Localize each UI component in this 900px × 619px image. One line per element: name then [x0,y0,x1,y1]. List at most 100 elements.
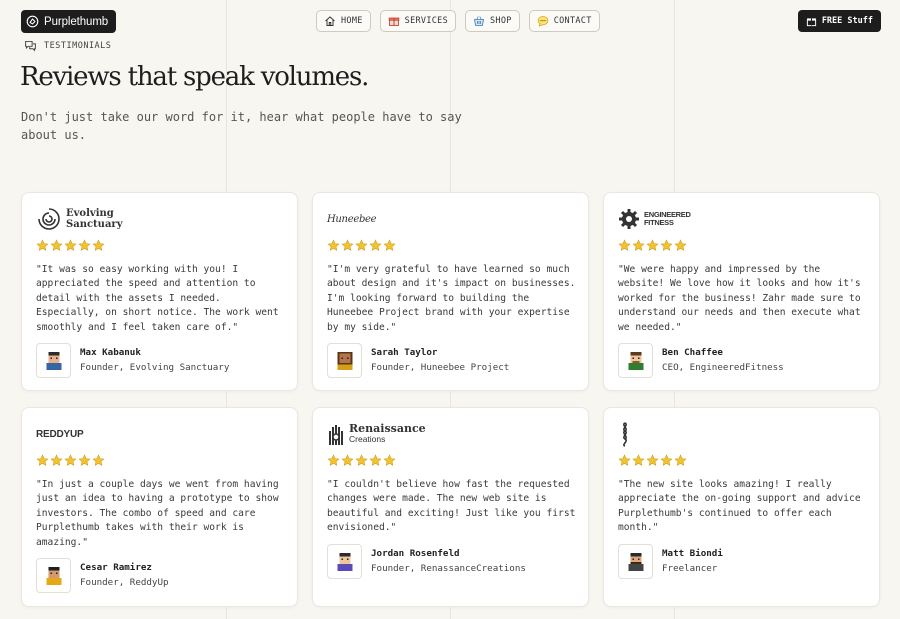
testimonial-card: Renaissance Creations "I couldn't believe… [312,407,589,607]
star-rating [327,239,396,252]
star-icon [660,454,673,466]
gift-icon [388,17,399,26]
reviewer-role: CEO, EngineeredFitness [662,362,784,373]
nav-shop-label: SHOP [490,16,512,26]
star-icon [646,454,659,466]
brand-logo: Huneebee [327,205,377,233]
pixel-avatar-icon [46,351,61,370]
gear-logo-icon [619,209,639,229]
star-icon [369,454,382,466]
section-eyebrow: TESTIMONIALS [24,39,111,52]
knot-logo-icon [623,422,627,447]
star-icon [618,239,631,251]
reviewer: Sarah Taylor Founder, Huneebee Project [327,343,509,378]
star-icon [632,454,645,466]
testimonial-card: ENGINEERED FITNESS "We were happy and imp… [603,192,880,391]
star-icon [64,454,77,466]
testimonial-card: Evolving Sanctuary "It was so easy workin… [21,192,298,391]
brand-logo: Evolving Sanctuary [36,205,123,233]
reviewer: Cesar Ramirez Founder, ReddyUp [36,558,169,593]
chat-icon [537,16,548,27]
main-nav: HOME SERVICES SHOP CONTACT [316,10,600,32]
testimonial-card: REDDYUP "In just a couple days we went f… [21,407,298,607]
nav-services-label: SERVICES [404,16,449,26]
reviewer: Max Kabanuk Founder, Evolving Sanctuary [36,343,229,378]
pixel-avatar-icon [337,552,352,571]
star-icon [355,239,368,251]
reviewer-name: Jordan Rosenfeld [371,548,460,559]
testimonial-quote: "In just a couple days we went from havi… [36,479,279,548]
pixel-avatar-icon [46,566,61,585]
hand-logo-icon [329,425,343,445]
pixel-avatar-icon [628,552,643,571]
brand-name-line2: Creations [349,434,386,444]
reviewer-name: Ben Chaffee [662,347,723,358]
testimonial-quote: "The new site looks amazing! I really ap… [618,479,861,534]
page-subtitle: Don't just take our word for it, hear wh… [21,110,462,142]
star-icon [64,239,77,251]
star-icon [674,454,687,466]
free-stuff-label: FREE Stuff [821,16,873,26]
logo-text: Purplethumb [44,15,109,28]
pixel-avatar-icon [628,351,643,370]
brand-logo: Renaissance Creations [327,420,426,448]
free-stuff-button[interactable]: FREE Stuff [797,10,881,32]
brand-name: REDDYUP [36,428,84,440]
star-icon [646,239,659,251]
reviewer: Matt Biondi Freelancer [618,544,723,579]
reviewer-role: Founder, Huneebee Project [371,362,510,373]
star-icon [632,239,645,251]
reviewer-role: Founder, Evolving Sanctuary [80,362,230,373]
avatar [327,544,362,579]
testimonial-quote: "I couldn't believe how fast the request… [327,479,576,534]
reviewer-role: Freelancer [662,563,718,574]
nav-services[interactable]: SERVICES [379,10,457,32]
testimonial-quote: "It was so easy working with you! I appr… [36,264,279,333]
star-icon [355,454,368,466]
nav-contact-label: CONTACT [553,16,592,26]
nav-contact[interactable]: CONTACT [528,10,600,32]
brand-logo: REDDYUP [36,420,84,448]
avatar [618,544,653,579]
testimonial-card: Huneebee "I'm very grateful to have lear… [312,192,589,391]
brand-name-line2: FITNESS [644,218,674,227]
star-icon [92,454,105,466]
reviewer-role: Founder, RenassanceCreations [371,563,526,574]
star-icon [327,454,340,466]
star-icon [50,239,63,251]
page-title: Reviews that speak volumes. [20,62,369,92]
brand-name-line2: Sanctuary [66,219,123,230]
testimonial-quote: "We were happy and impressed by the webs… [618,264,861,333]
nav-home-label: HOME [341,16,363,26]
pixel-avatar-icon [337,351,352,370]
star-icon [674,239,687,251]
star-icon [78,454,91,466]
star-icon [341,239,354,251]
reviewer-role: Founder, ReddyUp [80,577,169,588]
star-icon [50,454,63,466]
star-rating [36,454,105,467]
speech-bubbles-icon [25,40,36,52]
reviewer-name: Cesar Ramirez [80,562,152,573]
avatar [36,343,71,378]
brand-logo: ENGINEERED FITNESS [618,205,691,233]
star-rating [36,239,105,252]
logo[interactable]: Purplethumb [21,10,117,33]
star-icon [660,239,673,251]
testimonial-card: "The new site looks amazing! I really ap… [603,407,880,607]
reviewer-name: Sarah Taylor [371,347,438,358]
brand-name-script: Huneebee [327,213,377,225]
reviewer-name: Max Kabanuk [80,347,141,358]
nav-home[interactable]: HOME [316,10,371,32]
home-icon [325,16,335,26]
avatar [36,558,71,593]
star-icon [327,239,340,251]
avatar [618,343,653,378]
star-icon [36,454,49,466]
brand-name-line1: Renaissance [349,422,426,435]
star-icon [383,239,396,251]
star-icon [383,454,396,466]
nav-shop[interactable]: SHOP [465,10,520,32]
star-icon [92,239,105,251]
star-icon [36,239,49,251]
